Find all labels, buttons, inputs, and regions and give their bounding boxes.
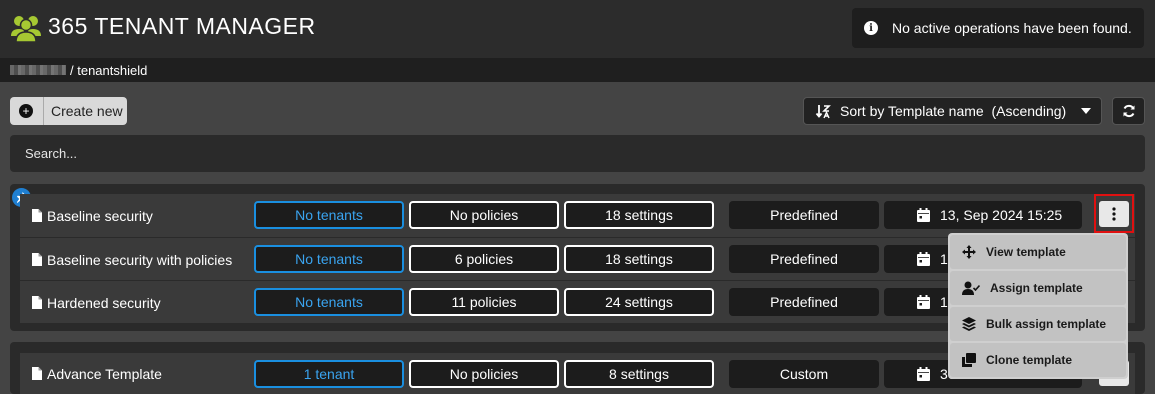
template-name-label: Baseline security: [47, 207, 153, 224]
users-icon: [11, 16, 41, 42]
policies-badge[interactable]: 6 policies: [409, 245, 559, 273]
policies-badge[interactable]: No policies: [409, 201, 559, 229]
tenants-badge[interactable]: No tenants: [254, 288, 404, 316]
template-date: 13, Sep 2024 15:25: [884, 201, 1082, 229]
app-title: 365 TENANT MANAGER: [48, 13, 316, 39]
refresh-button[interactable]: [1112, 97, 1145, 125]
template-name-label: Baseline security with policies: [47, 251, 233, 268]
template-type: Predefined: [729, 201, 879, 229]
breadcrumb: / tenantshield: [0, 58, 1155, 82]
calendar-icon: [917, 295, 930, 309]
sort-label: Sort by Template name (Ascending): [840, 103, 1067, 119]
template-name[interactable]: Baseline security: [32, 194, 153, 237]
settings-badge[interactable]: 8 settings: [564, 360, 714, 388]
sort-amount-icon: [815, 105, 831, 119]
plus-circle-icon: +: [19, 104, 33, 118]
file-icon: [32, 296, 42, 309]
menu-item-bulk-assign-template[interactable]: Bulk assign template: [950, 307, 1126, 341]
tenants-badge[interactable]: No tenants: [254, 201, 404, 229]
menu-item-label: View template: [986, 245, 1066, 259]
template-type: Predefined: [729, 288, 879, 316]
menu-item-label: Bulk assign template: [986, 317, 1107, 331]
blurred-tenant-name[interactable]: [10, 65, 66, 75]
settings-badge[interactable]: 18 settings: [564, 245, 714, 273]
file-icon: [32, 209, 42, 222]
search-input[interactable]: Search...: [10, 135, 1145, 172]
menu-item-assign-template[interactable]: Assign template: [950, 271, 1126, 305]
menu-item-clone-template[interactable]: Clone template: [950, 343, 1126, 377]
refresh-icon: [1123, 104, 1134, 118]
sort-select[interactable]: Sort by Template name (Ascending): [803, 97, 1102, 125]
row-actions-button[interactable]: [1099, 201, 1129, 227]
policies-badge[interactable]: No policies: [409, 360, 559, 388]
file-icon: [32, 367, 42, 380]
app-header: 365 TENANT MANAGER i No active operation…: [0, 0, 1155, 58]
layers-icon: [962, 317, 976, 331]
kebab-menu-icon: [1112, 207, 1116, 221]
template-name[interactable]: Baseline security with policies: [32, 238, 232, 281]
clone-icon: [962, 353, 976, 367]
tenants-badge[interactable]: No tenants: [254, 245, 404, 273]
create-new-label: Create new: [51, 103, 123, 119]
operations-toast: i No active operations have been found.: [852, 8, 1144, 48]
template-name[interactable]: Advance Template: [32, 353, 162, 394]
menu-item-label: Assign template: [990, 281, 1083, 295]
settings-badge[interactable]: 18 settings: [564, 201, 714, 229]
file-icon: [32, 253, 42, 266]
template-row[interactable]: Baseline security No tenants No policies…: [20, 194, 1135, 237]
button-divider: [43, 97, 44, 125]
menu-item-label: Clone template: [986, 353, 1073, 367]
info-icon: i: [864, 21, 878, 35]
breadcrumb-current: / tenantshield: [70, 62, 148, 78]
template-type: Predefined: [729, 245, 879, 273]
settings-badge[interactable]: 24 settings: [564, 288, 714, 316]
move-arrows-icon: [962, 245, 976, 259]
date-label: 13, Sep 2024 15:25: [940, 207, 1063, 223]
user-check-icon: [962, 281, 980, 295]
template-type: Custom: [729, 360, 879, 388]
template-name-label: Hardened security: [47, 294, 161, 311]
calendar-icon: [917, 367, 930, 381]
toast-message: No active operations have been found.: [892, 20, 1132, 36]
tenants-badge[interactable]: 1 tenant: [254, 360, 404, 388]
menu-item-view-template[interactable]: View template: [950, 235, 1126, 269]
calendar-icon: [917, 208, 930, 222]
chevron-down-icon: [1081, 108, 1091, 114]
template-name-label: Advance Template: [47, 365, 162, 382]
template-name[interactable]: Hardened security: [32, 281, 161, 324]
policies-badge[interactable]: 11 policies: [409, 288, 559, 316]
calendar-icon: [917, 252, 930, 266]
create-new-button[interactable]: + Create new: [10, 97, 127, 125]
row-actions-menu: View template Assign template Bulk assig…: [948, 233, 1128, 379]
